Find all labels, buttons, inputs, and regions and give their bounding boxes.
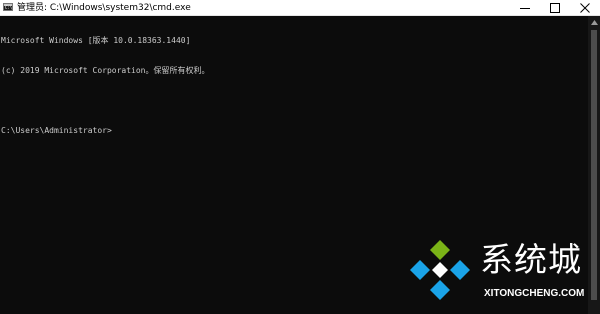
cmd-window: C:\ 管理员: C:\Windows\system32\cmd.exe Mic… [0,0,600,314]
console-line-version: Microsoft Windows [版本 10.0.18363.1440] [1,36,191,45]
watermark-site: XITONGCHENG.COM [484,288,585,299]
logo-diamond-right [450,260,470,280]
maximize-icon [550,3,560,13]
console-line-copyright: (c) 2019 Microsoft Corporation。保留所有权利。 [1,66,210,75]
minimize-icon [520,8,530,9]
maximize-button[interactable] [540,0,570,16]
cmd-icon-prompt: C:\ [5,5,13,10]
logo-diamond-left [410,260,430,280]
close-button[interactable] [570,0,600,16]
xitongcheng-logo-icon [410,240,470,300]
minimize-button[interactable] [510,0,540,16]
cmd-icon[interactable]: C:\ [3,3,13,11]
scroll-up-button[interactable] [588,16,600,28]
console-line-prompt[interactable]: C:\Users\Administrator> [1,126,588,136]
title-bar[interactable]: C:\ 管理员: C:\Windows\system32\cmd.exe [0,0,600,16]
watermark-brand: 系统城 [480,240,582,279]
window-title: 管理员: C:\Windows\system32\cmd.exe [17,3,191,13]
close-icon [580,3,590,13]
logo-diamond-top [430,240,450,260]
logo-diamond-center [432,262,448,278]
scroll-up-arrow-icon [590,19,598,25]
logo-diamond-bottom [430,280,450,300]
watermark: 系统城 XITONGCHENG.COM [408,238,598,304]
